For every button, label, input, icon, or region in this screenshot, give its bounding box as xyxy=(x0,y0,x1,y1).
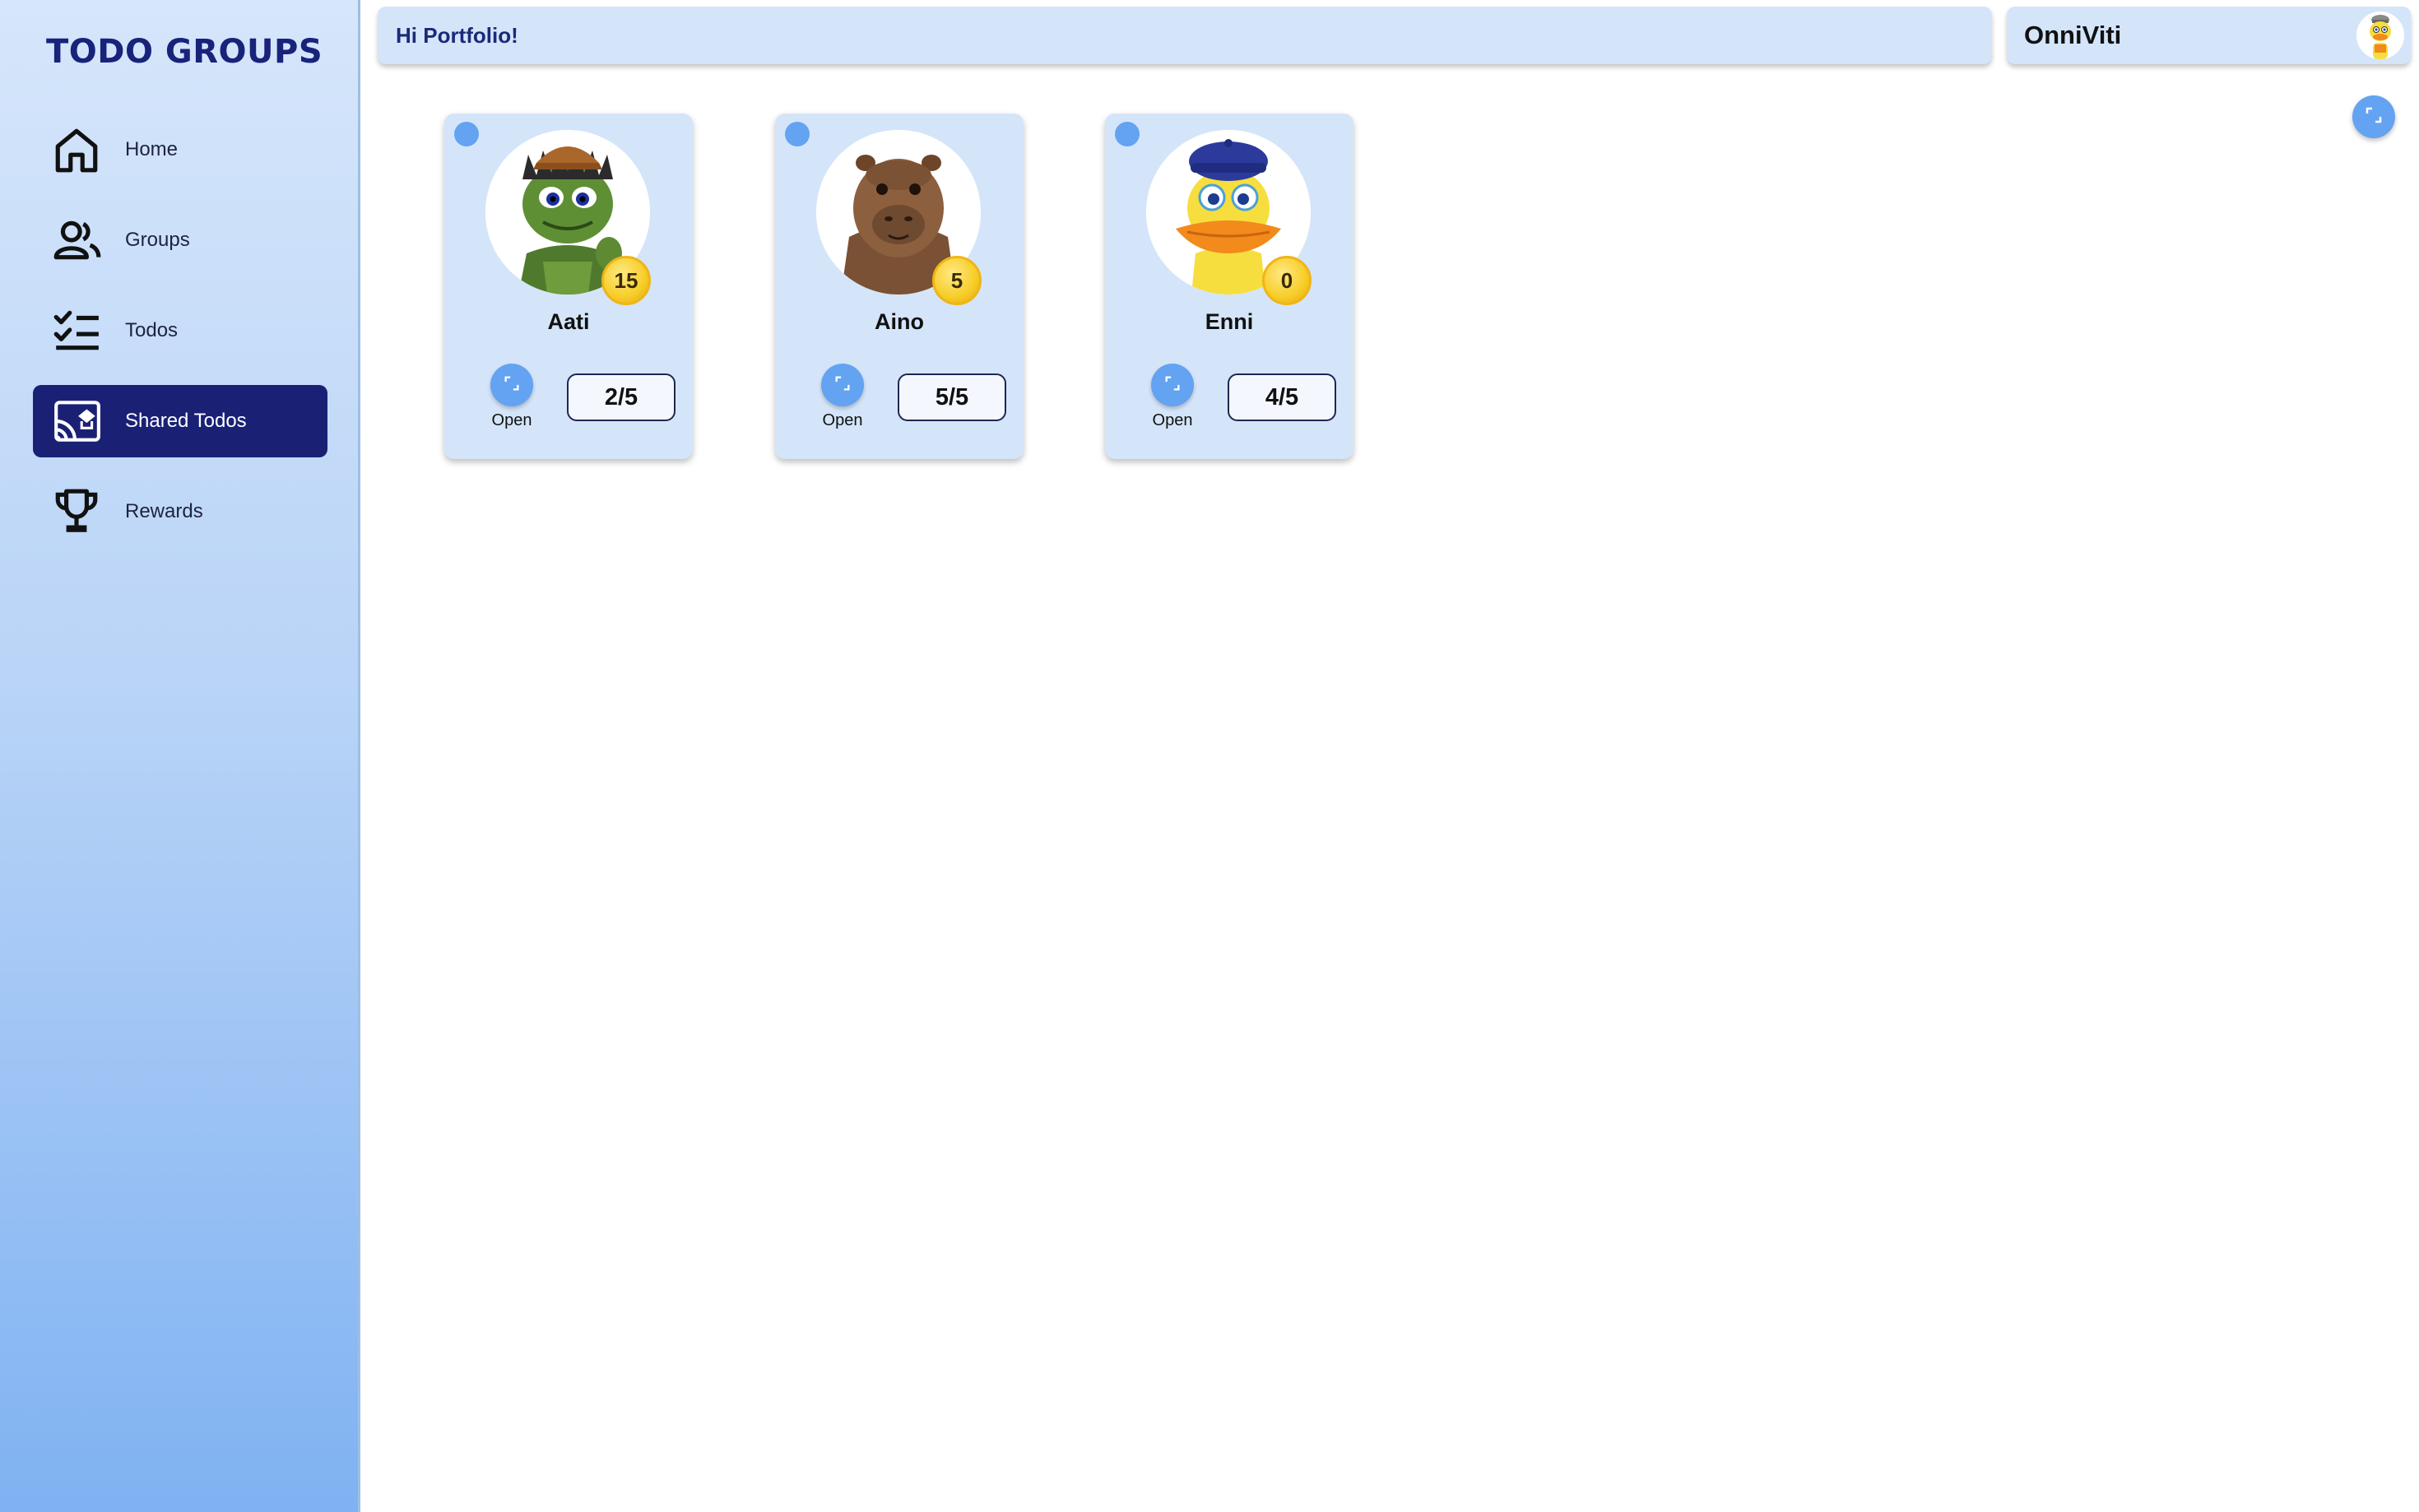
member-name: Aati xyxy=(547,309,590,334)
coin-count: 15 xyxy=(614,267,638,293)
coin-badge: 0 xyxy=(1262,256,1312,305)
users-icon xyxy=(51,215,102,266)
sidebar-item-todos[interactable]: Todos xyxy=(33,295,327,367)
open-button[interactable] xyxy=(1151,364,1194,406)
shared-todos-icon xyxy=(51,396,102,447)
member-card[interactable]: 15 Aati Open 2/5 xyxy=(444,114,693,459)
checklist-icon xyxy=(51,305,102,356)
sidebar-item-groups[interactable]: Groups xyxy=(33,204,327,276)
sidebar-item-shared-todos[interactable]: Shared Todos xyxy=(33,385,327,457)
status-dot xyxy=(1115,122,1140,146)
greeting-text: Hi Portfolio! xyxy=(396,22,518,48)
status-dot xyxy=(454,122,479,146)
sidebar-item-label: Rewards xyxy=(125,500,203,522)
member-card[interactable]: 5 Aino Open 5/5 xyxy=(775,114,1024,459)
expand-icon xyxy=(1163,374,1182,397)
open-button[interactable] xyxy=(490,364,533,406)
member-name: Enni xyxy=(1205,309,1254,334)
trophy-icon xyxy=(51,486,102,537)
sidebar-item-label: Shared Todos xyxy=(125,410,247,432)
todo-progress: 2/5 xyxy=(567,373,676,421)
member-name: Aino xyxy=(875,309,924,334)
expand-icon xyxy=(503,374,521,397)
expand-icon xyxy=(833,374,852,397)
home-icon xyxy=(51,124,102,175)
member-card[interactable]: 0 Enni Open 4/5 xyxy=(1105,114,1353,459)
duck-avatar-icon[interactable] xyxy=(2356,12,2404,59)
coin-badge: 15 xyxy=(601,256,651,305)
todo-progress: 5/5 xyxy=(898,373,1006,421)
sidebar-item-rewards[interactable]: Rewards xyxy=(33,475,327,548)
sidebar: TODO GROUPS Home Groups Todos Shared Tod… xyxy=(0,0,360,1512)
coin-count: 5 xyxy=(950,267,963,293)
expand-button[interactable] xyxy=(2352,95,2395,138)
user-menu[interactable]: OnniViti xyxy=(2007,7,2411,64)
app-brand: TODO GROUPS xyxy=(46,33,323,71)
sidebar-item-label: Home xyxy=(125,138,179,160)
open-label: Open xyxy=(491,411,532,429)
sidebar-item-label: Groups xyxy=(125,229,190,251)
todo-progress: 4/5 xyxy=(1228,373,1336,421)
username: OnniViti xyxy=(2024,21,2122,49)
sidebar-item-label: Todos xyxy=(125,319,179,341)
coin-badge: 5 xyxy=(932,256,982,305)
greeting-bar: Hi Portfolio! xyxy=(378,7,1992,64)
open-label: Open xyxy=(822,411,863,429)
coin-count: 0 xyxy=(1280,267,1293,293)
expand-icon xyxy=(2364,105,2384,129)
open-label: Open xyxy=(1152,411,1193,429)
status-dot xyxy=(785,122,810,146)
sidebar-item-home[interactable]: Home xyxy=(33,114,327,186)
open-button[interactable] xyxy=(821,364,864,406)
